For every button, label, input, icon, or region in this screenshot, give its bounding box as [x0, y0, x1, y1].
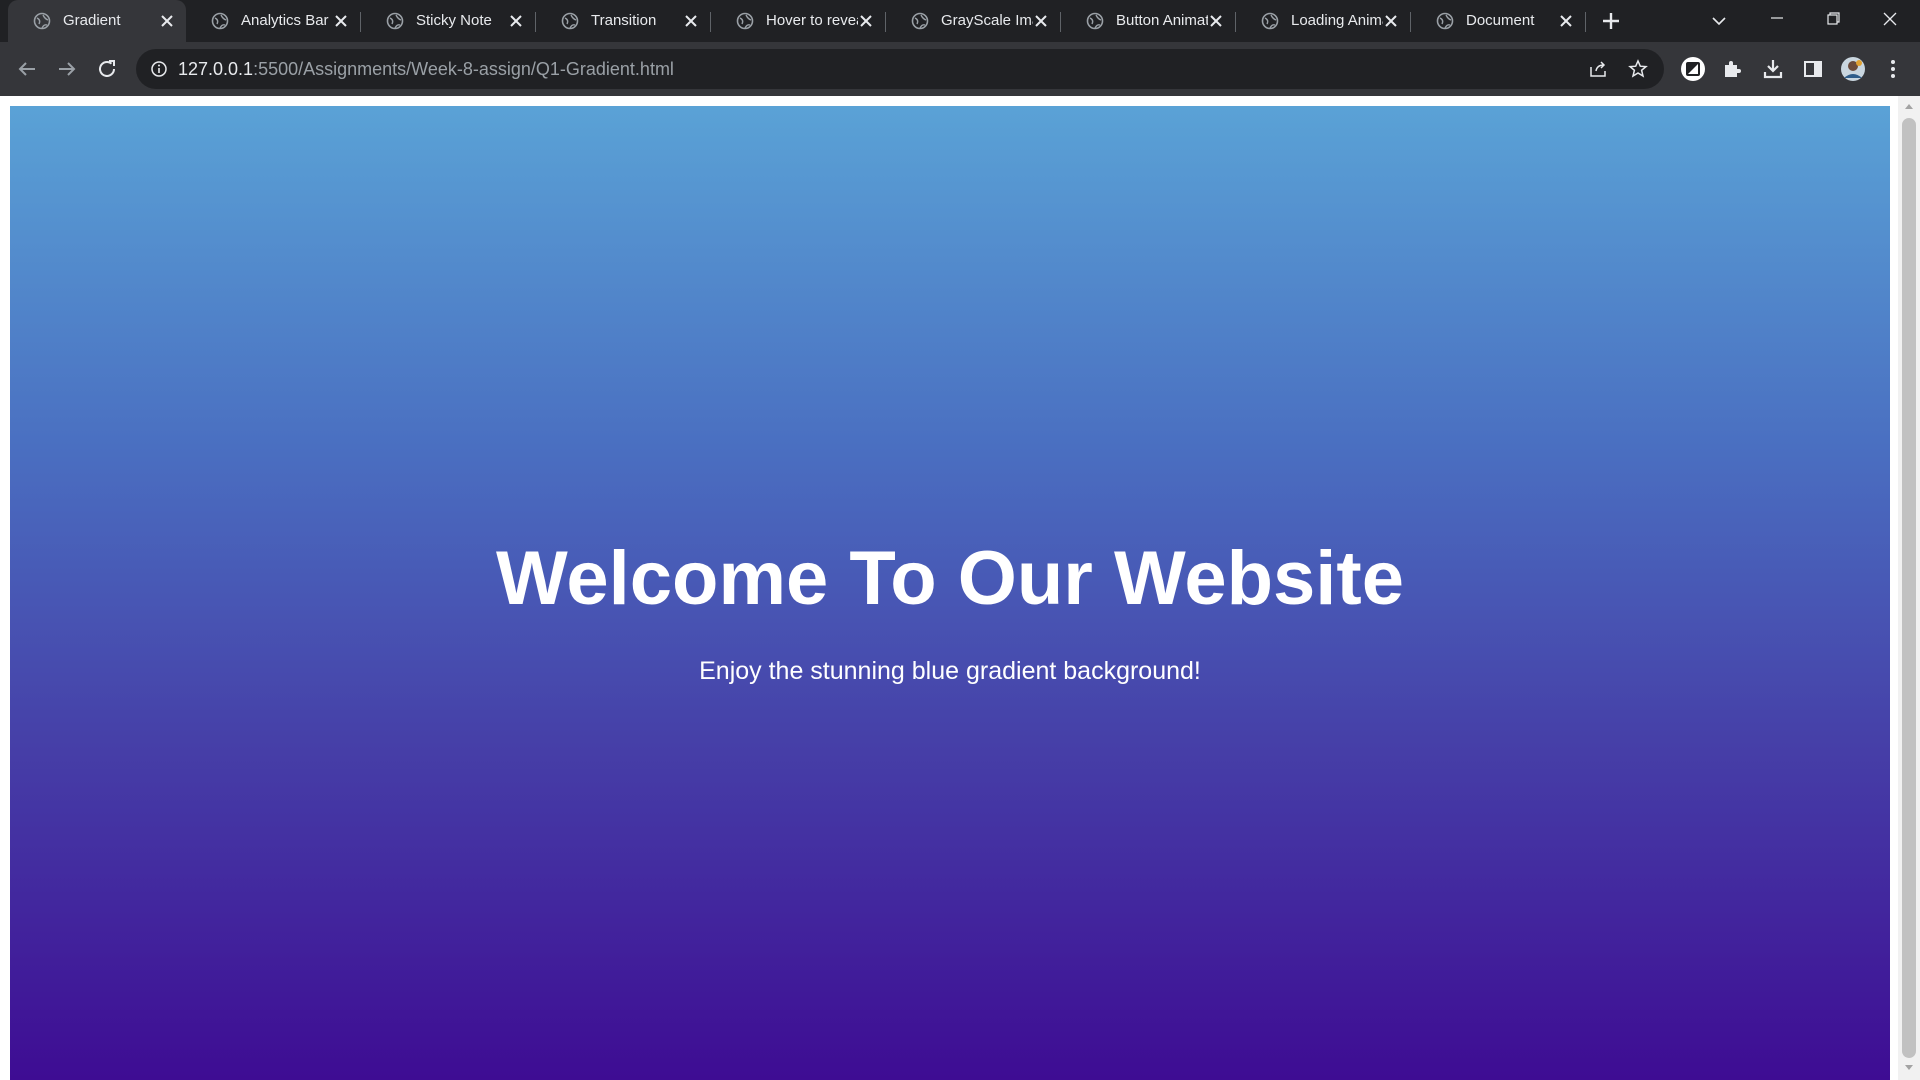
- tab-transition[interactable]: Transition: [536, 0, 711, 42]
- globe-icon: [561, 12, 579, 30]
- scrollbar-thumb[interactable]: [1902, 118, 1916, 1058]
- globe-icon: [1086, 12, 1104, 30]
- browser-toolbar: 127.0.0.1:5500/Assignments/Week-8-assign…: [0, 42, 1920, 96]
- tab-button-animation[interactable]: Button Animation: [1061, 0, 1236, 42]
- globe-icon: [1436, 12, 1454, 30]
- back-arrow-icon[interactable]: [15, 57, 39, 81]
- close-window-icon[interactable]: [1875, 8, 1905, 30]
- tab-document[interactable]: Document: [1411, 0, 1586, 42]
- url-text[interactable]: 127.0.0.1:5500/Assignments/Week-8-assign…: [178, 59, 674, 79]
- avatar[interactable]: [1840, 56, 1866, 82]
- globe-icon: [1261, 12, 1279, 30]
- scroll-down-arrow-icon[interactable]: [1904, 1064, 1914, 1072]
- close-icon[interactable]: [332, 12, 350, 30]
- scroll-up-arrow-icon[interactable]: [1904, 102, 1914, 110]
- bookmark-star-icon[interactable]: [1628, 59, 1648, 79]
- globe-icon: [736, 12, 754, 30]
- tab-title: Transition: [591, 12, 657, 29]
- globe-icon: [386, 12, 404, 30]
- download-icon[interactable]: [1760, 56, 1786, 82]
- tab-title: Sticky Note: [416, 12, 492, 29]
- chevron-down-icon[interactable]: [1710, 12, 1728, 30]
- close-icon[interactable]: [857, 12, 875, 30]
- globe-icon: [211, 12, 229, 30]
- vertical-scrollbar[interactable]: [1898, 96, 1920, 1080]
- close-icon[interactable]: [682, 12, 700, 30]
- tab-title: Hover to reveal: [766, 12, 858, 29]
- gradient-section: Welcome To Our Website Enjoy the stunnin…: [10, 106, 1890, 1080]
- page-subtitle: Enjoy the stunning blue gradient backgro…: [699, 657, 1201, 685]
- tab-sticky-note[interactable]: Sticky Note: [361, 0, 536, 42]
- tab-grayscale-image[interactable]: GrayScale Image: [886, 0, 1061, 42]
- close-icon[interactable]: [1557, 12, 1575, 30]
- extensions-puzzle-icon[interactable]: [1720, 56, 1746, 82]
- extension-logo-icon[interactable]: [1680, 56, 1706, 82]
- share-icon[interactable]: [1588, 59, 1608, 79]
- tab-gradient[interactable]: Gradient: [8, 0, 186, 42]
- close-icon[interactable]: [507, 12, 525, 30]
- reload-icon[interactable]: [95, 57, 119, 81]
- tab-title: GrayScale Image: [941, 12, 1033, 29]
- tab-title: Gradient: [63, 12, 121, 29]
- globe-icon: [33, 12, 51, 30]
- close-icon[interactable]: [1382, 12, 1400, 30]
- new-tab-icon[interactable]: [1600, 10, 1622, 32]
- close-icon[interactable]: [158, 12, 176, 30]
- restore-icon[interactable]: [1818, 8, 1848, 30]
- tab-hover-to-reveal[interactable]: Hover to reveal: [711, 0, 886, 42]
- tab-loading-animation[interactable]: Loading Animation: [1236, 0, 1411, 42]
- tab-title: Loading Animation: [1291, 12, 1383, 29]
- tab-strip: Gradient Analytics Bar Sticky Note Trans…: [0, 0, 1920, 42]
- tab-title: Button Animation: [1116, 12, 1208, 29]
- info-icon[interactable]: [150, 60, 168, 78]
- globe-icon: [911, 12, 929, 30]
- tab-analytics-bar[interactable]: Analytics Bar: [186, 0, 361, 42]
- close-icon[interactable]: [1032, 12, 1050, 30]
- tab-separator: [1585, 12, 1586, 32]
- side-panel-icon[interactable]: [1800, 56, 1826, 82]
- tab-title: Analytics Bar: [241, 12, 329, 29]
- minimize-icon[interactable]: [1762, 8, 1792, 30]
- close-icon[interactable]: [1207, 12, 1225, 30]
- forward-arrow-icon[interactable]: [55, 57, 79, 81]
- url-host: 127.0.0.1: [178, 59, 254, 79]
- web-viewport: Welcome To Our Website Enjoy the stunnin…: [0, 96, 1920, 1080]
- page-heading: Welcome To Our Website: [496, 536, 1404, 621]
- tab-title: Document: [1466, 12, 1535, 29]
- url-path: :5500/Assignments/Week-8-assign/Q1-Gradi…: [253, 59, 674, 79]
- menu-dots-icon[interactable]: [1880, 56, 1906, 82]
- address-bar[interactable]: 127.0.0.1:5500/Assignments/Week-8-assign…: [136, 49, 1664, 89]
